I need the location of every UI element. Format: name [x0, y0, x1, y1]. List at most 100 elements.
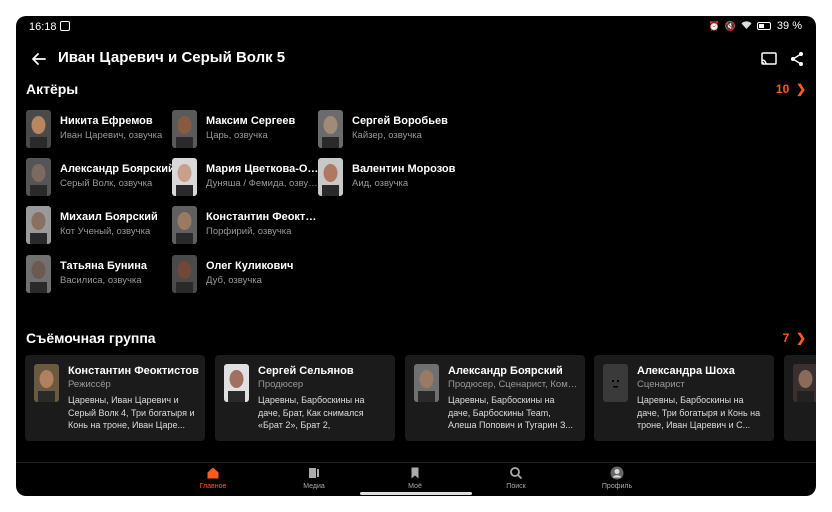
- alarm-icon: ⏰: [708, 21, 721, 31]
- tab-profile[interactable]: Профиль: [587, 466, 647, 490]
- tab-search-label: Поиск: [506, 483, 526, 490]
- actor-card[interactable]: Татьяна Бунина Василиса, озвучка: [26, 255, 166, 295]
- actor-role: Серый Волк, озвучка: [60, 178, 153, 189]
- tab-media-label: Медиа: [303, 483, 325, 490]
- crew-photo: [603, 364, 628, 402]
- actors-count: 10: [775, 82, 790, 96]
- crew-count: 7: [782, 331, 790, 345]
- tab-mine[interactable]: Моё: [385, 466, 445, 490]
- crew-section-title: Съёмочная группа: [26, 330, 156, 346]
- avatar-icon: [610, 466, 624, 480]
- actor-card[interactable]: Никита Ефремов Иван Царевич, озвучка: [26, 110, 166, 150]
- actor-name: Никита Ефремов: [60, 115, 153, 127]
- notification-app-icon: [60, 21, 70, 31]
- actor-name: Константин Феоктистов: [206, 211, 321, 223]
- crew-role: Продюсер, Сценарист, Композитор: [448, 379, 578, 390]
- actor-photo: [172, 110, 197, 148]
- home-indicator[interactable]: [360, 492, 472, 495]
- crew-filmography: Царевны, Барбоскины на даче, Барбоскины …: [448, 395, 573, 430]
- crew-role: Сценарист: [637, 379, 685, 390]
- status-bar: 16:18 ⏰ 🔇 39 %: [16, 16, 816, 38]
- crew-filmography: Царевны, Барбоскины на даче, Брат, Как с…: [258, 395, 365, 430]
- tab-home-label: Главное: [199, 483, 227, 490]
- actor-photo: [26, 255, 51, 293]
- back-arrow-icon[interactable]: [28, 48, 50, 70]
- tab-media[interactable]: Медиа: [284, 466, 344, 490]
- crew-photo: [414, 364, 439, 402]
- actor-role: Кайзер, озвучка: [352, 130, 422, 141]
- crew-name: Александра Шоха: [637, 365, 735, 377]
- top-app-bar: Иван Царевич и Серый Волк 5: [16, 44, 816, 74]
- actor-role: Порфирий, озвучка: [206, 226, 292, 237]
- actor-card[interactable]: Мария Цветкова-Овсянникова Дуняша / Фемид…: [172, 158, 321, 198]
- actor-role: Царь, озвучка: [206, 130, 268, 141]
- actor-card[interactable]: Сергей Воробьев Кайзер, озвучка: [318, 110, 458, 150]
- actor-role: Кот Ученый, озвучка: [60, 226, 151, 237]
- actors-section-title: Актёры: [26, 81, 79, 97]
- chevron-right-icon: ❯: [792, 82, 806, 96]
- tab-home[interactable]: Главное: [183, 466, 243, 490]
- actor-card[interactable]: Михаил Боярский Кот Ученый, озвучка: [26, 206, 166, 246]
- actor-name: Олег Куликович: [206, 260, 294, 272]
- battery-level: 39 %: [776, 20, 802, 32]
- battery-icon: [756, 22, 771, 30]
- actor-role: Дуняша / Фемида, озвучка: [206, 178, 321, 189]
- actor-role: Аид, озвучка: [352, 178, 409, 189]
- crew-card[interactable]: Александра Шоха Сценарист Царевны, Барбоск…: [594, 355, 774, 441]
- page-title: Иван Царевич и Серый Волк 5: [58, 49, 286, 66]
- actor-card[interactable]: Валентин Морозов Аид, озвучка: [318, 158, 458, 198]
- actor-card[interactable]: Олег Куликович Дуб, озвучка: [172, 255, 312, 295]
- actors-see-all-button[interactable]: 10 ❯: [776, 82, 806, 96]
- chevron-right-icon: ❯: [792, 331, 806, 345]
- actor-card[interactable]: Александр Боярский Серый Волк, озвучка: [26, 158, 175, 198]
- tab-search[interactable]: Поиск: [486, 466, 546, 490]
- actor-name: Татьяна Бунина: [60, 260, 147, 272]
- crew-photo: [224, 364, 249, 402]
- actor-name: Мария Цветкова-Овсянникова: [206, 163, 321, 175]
- share-icon[interactable]: [788, 50, 806, 68]
- crew-photo: [793, 364, 816, 402]
- crew-filmography: Царевны, Иван Царевич и Серый Волк 4, Тр…: [68, 395, 195, 430]
- crew-role: Продюсер: [258, 379, 304, 390]
- crew-name: Константин Феоктистов: [68, 365, 199, 377]
- actor-photo: [26, 206, 51, 244]
- actor-role: Иван Царевич, озвучка: [60, 130, 163, 141]
- actor-card[interactable]: Константин Феоктистов Порфирий, озвучка: [172, 206, 321, 246]
- media-icon: [307, 466, 321, 480]
- crew-card[interactable]: Александр Боярский Продюсер, Сценарист, К…: [405, 355, 585, 441]
- crew-photo: [34, 364, 59, 402]
- actor-photo: [172, 158, 197, 196]
- mute-icon: 🔇: [724, 21, 737, 31]
- crew-card-partial[interactable]: [784, 355, 816, 441]
- home-icon: [206, 466, 220, 480]
- bookmark-icon: [408, 466, 422, 480]
- cast-icon[interactable]: [760, 50, 778, 68]
- wifi-icon: [741, 21, 752, 31]
- status-time: 16:18: [29, 21, 57, 33]
- actor-name: Михаил Боярский: [60, 211, 158, 223]
- crew-filmography: Царевны, Барбоскины на даче, Три богатыр…: [637, 395, 761, 430]
- crew-see-all-button[interactable]: 7 ❯: [783, 331, 806, 345]
- tab-profile-label: Профиль: [601, 483, 633, 490]
- actor-name: Валентин Морозов: [352, 163, 456, 175]
- actor-role: Дуб, озвучка: [206, 275, 262, 286]
- actor-photo: [172, 206, 197, 244]
- crew-name: Сергей Сельянов: [258, 365, 354, 377]
- actor-name: Александр Боярский: [60, 163, 175, 175]
- actor-card[interactable]: Максим Сергеев Царь, озвучка: [172, 110, 312, 150]
- app-screen: 16:18 ⏰ 🔇 39 % Иван Царевич и Серый Волк…: [16, 16, 816, 496]
- actor-photo: [318, 110, 343, 148]
- status-icons: ⏰ 🔇 39 %: [709, 20, 802, 32]
- crew-card[interactable]: Константин Феоктистов Режиссёр Царевны, Ив…: [25, 355, 205, 441]
- search-icon: [509, 466, 523, 480]
- actor-name: Максим Сергеев: [206, 115, 296, 127]
- bottom-tab-bar: Главное Медиа Моё Поиск Профиль: [16, 462, 816, 496]
- actor-photo: [318, 158, 343, 196]
- actor-photo: [172, 255, 197, 293]
- actor-photo: [26, 158, 51, 196]
- crew-card[interactable]: Сергей Сельянов Продюсер Царевны, Барбоски…: [215, 355, 395, 441]
- crew-role: Режиссёр: [68, 379, 111, 390]
- actor-photo: [26, 110, 51, 148]
- tab-mine-label: Моё: [408, 483, 422, 490]
- actor-name: Сергей Воробьев: [352, 115, 448, 127]
